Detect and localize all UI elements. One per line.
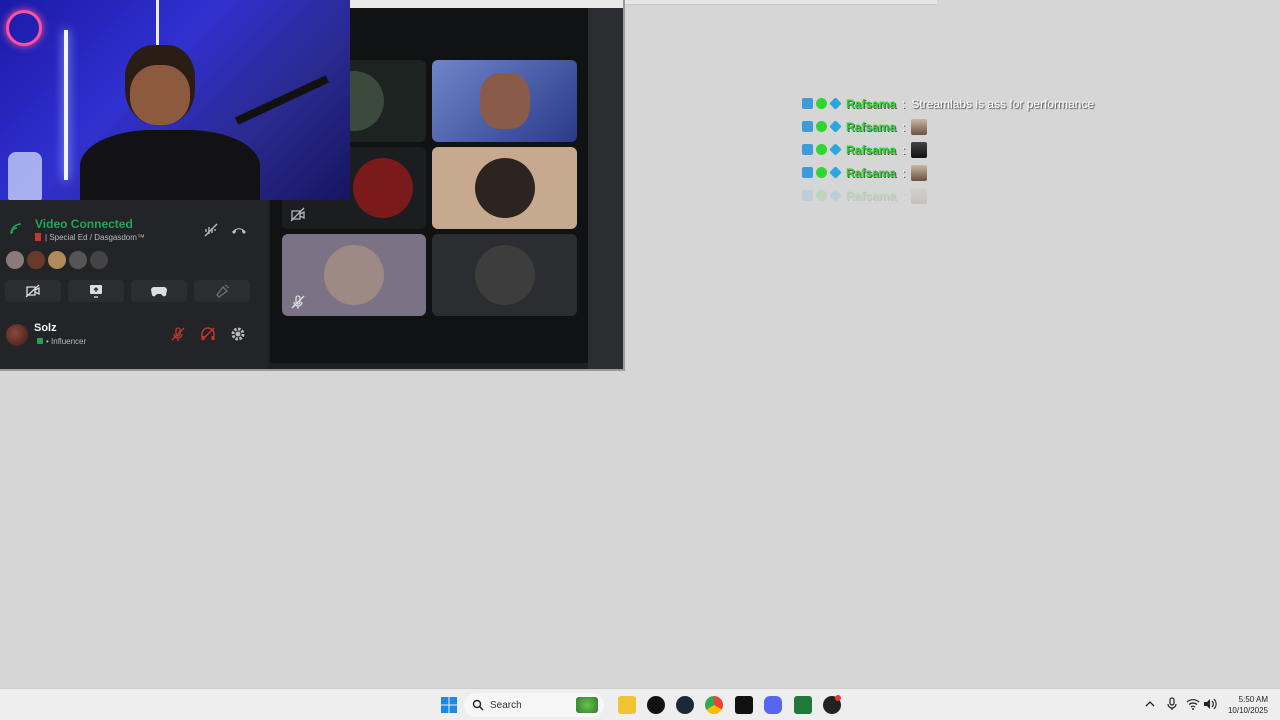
headphones-deafened-icon[interactable] [200,326,216,342]
discord-window: Video Connected | Special Ed / Dasgasdom… [0,0,625,371]
chat-username: Rafsama [846,119,897,134]
steam-icon[interactable] [676,696,694,714]
moderator-badge-icon [802,167,813,178]
chat-text: Streamlabs is ass for performance [911,96,1095,111]
video-tile-5[interactable] [282,234,426,316]
neon-sign [6,10,42,46]
signal-icon[interactable] [9,222,23,236]
clock-date: 10/10/2025 [1227,706,1268,715]
voice-panel: Video Connected | Special Ed / Dasgasdom… [0,200,268,369]
emote-image [911,164,928,181]
chevron-up-icon[interactable] [1145,700,1155,708]
volume-icon[interactable] [1203,698,1217,710]
mic-muted-icon[interactable] [170,326,186,342]
gear-icon[interactable] [230,326,246,342]
window-top-edge [625,0,937,5]
moderator-badge-icon [802,190,813,201]
voice-status: Video Connected [35,217,133,231]
participant-avatars [6,251,108,269]
camera-off-icon [25,284,40,298]
search-icon [472,699,484,711]
camera-off-icon [290,207,305,222]
noise-suppression-icon[interactable] [203,222,219,238]
moderator-badge-icon [802,98,813,109]
search-label: Search [490,699,522,711]
chat-username: Rafsama [846,165,897,180]
cube-badge-icon [829,166,842,179]
notification-dot [835,695,841,701]
gamepad-icon [151,287,167,297]
verified-badge-icon [816,144,827,155]
microphone-icon[interactable] [1167,697,1177,711]
scrollbar-track[interactable] [588,8,623,369]
avatar[interactable] [6,251,24,269]
clock-time: 5:50 AM [1238,695,1268,704]
taskbar-search[interactable]: Search [464,693,604,717]
video-tile-4[interactable] [432,147,577,229]
camera-toggle-button[interactable] [5,280,61,302]
voice-channel[interactable]: | Special Ed / Dasgasdom™ [35,233,145,242]
screen-share-icon [90,285,102,298]
verified-badge-icon [816,167,827,178]
water-bottle [8,152,42,200]
wifi-icon[interactable] [1186,698,1200,710]
avatar[interactable] [69,251,87,269]
chat-overlay: Rafsama : Streamlabs is ass for performa… [802,92,1094,207]
soundboard-icon [216,284,230,298]
moderator-badge-icon [802,121,813,132]
screen-share-button[interactable] [68,280,124,302]
cube-badge-icon [829,189,842,202]
light-strip [64,30,68,180]
cube-badge-icon [829,97,842,110]
emote-image [911,118,928,135]
windows-start-icon[interactable] [440,696,458,714]
chat-message: Rafsama : [802,161,1094,184]
app-g-icon[interactable] [647,696,665,714]
chat-username: Rafsama [846,142,897,157]
avatar[interactable] [48,251,66,269]
avatar[interactable] [90,251,108,269]
chat-message: Rafsama : [802,115,1094,138]
excel-icon[interactable] [794,696,812,714]
xbox-icon [576,697,598,713]
cube-badge-icon [829,143,842,156]
chat-username: Rafsama [846,96,897,111]
audio-app-icon[interactable] [735,696,753,714]
chat-username: Rafsama [846,188,897,203]
chat-message: Rafsama : [802,138,1094,161]
user-name: Solz [34,322,57,334]
moderator-badge-icon [802,144,813,155]
system-clock[interactable]: 5:50 AM 10/10/2025 [1228,694,1268,716]
status-icon [37,338,43,344]
cube-badge-icon [829,120,842,133]
emote-image [911,141,928,158]
video-tile-2[interactable] [432,60,577,142]
user-status: • Influencer [46,337,87,346]
verified-badge-icon [816,98,827,109]
taskbar: Search 5:50 AM 10/10/2025 [0,688,1280,720]
chrome-icon[interactable] [705,696,723,714]
user-avatar[interactable] [6,324,28,346]
discord-icon[interactable] [764,696,782,714]
video-tile-6[interactable] [432,234,577,316]
verified-badge-icon [816,190,827,201]
verified-badge-icon [816,121,827,132]
file-explorer-icon[interactable] [618,696,636,714]
window-top-strip [350,0,623,8]
activities-button[interactable] [131,280,187,302]
chat-message: Rafsama : Streamlabs is ass for performa… [802,92,1094,115]
webcam-overlay [0,0,350,200]
avatar[interactable] [27,251,45,269]
emote-image [911,187,928,204]
disconnect-icon[interactable] [231,224,247,236]
soundboard-button[interactable] [194,280,250,302]
chat-message-fading: Rafsama : [802,184,1094,207]
mic-muted-icon [291,295,305,309]
